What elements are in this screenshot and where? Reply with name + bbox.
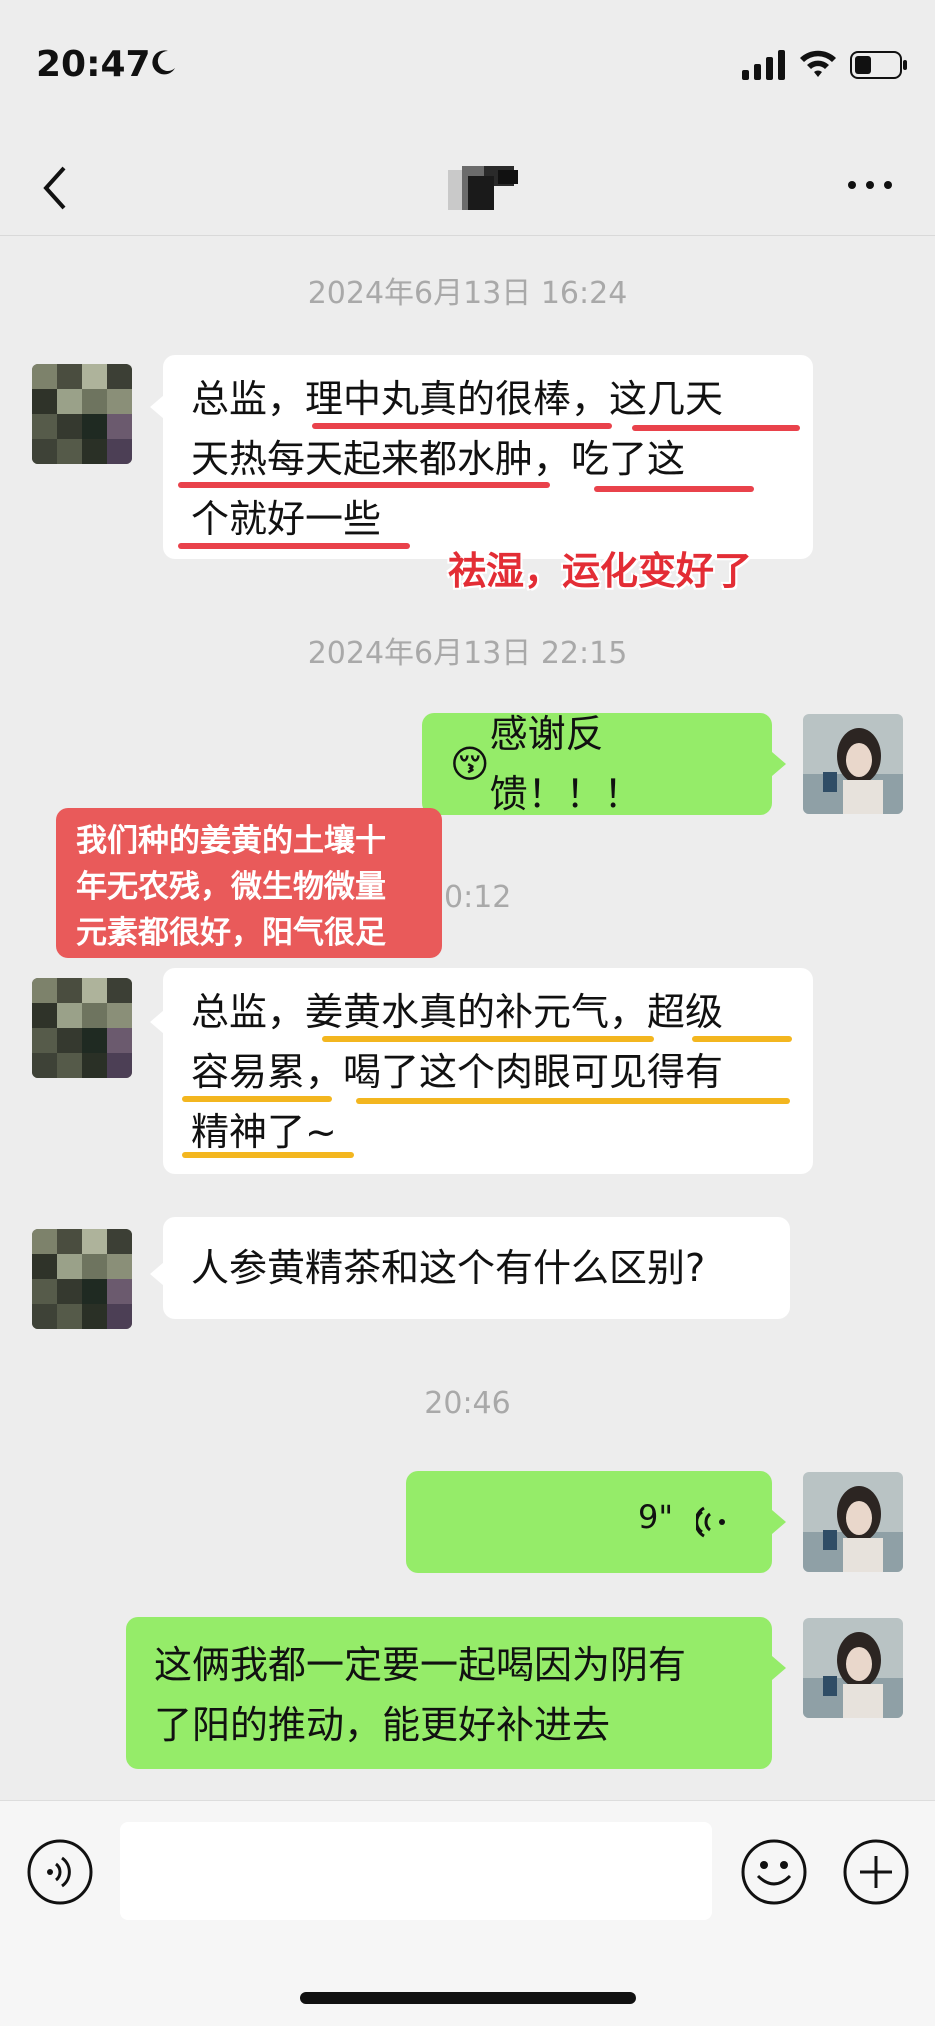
voice-duration: 9" [638, 1498, 674, 1536]
highlight-underline [356, 1098, 790, 1104]
my-avatar[interactable] [803, 714, 903, 814]
timestamp: 0:12 [444, 880, 512, 915]
chat-title [448, 166, 532, 210]
timestamp: 2024年6月13日 16:24 [307, 276, 628, 311]
annotation-line: 元素都很好，阳气很足 [76, 915, 386, 951]
message-text: 感谢反馈！！！ [489, 712, 642, 816]
voice-wave-icon [696, 1506, 725, 1538]
bubble-tail [150, 1262, 164, 1286]
bubble-tail [150, 395, 164, 419]
battery-icon [850, 51, 907, 79]
annotation-line: 我们种的姜黄的土壤十 [76, 823, 386, 859]
highlight-underline [182, 1152, 354, 1158]
highlight-underline [312, 423, 612, 429]
highlight-underline [632, 425, 800, 431]
message-line: 总监，理中丸真的很棒，这几天 [191, 377, 724, 421]
blurred-title-mosaic [448, 166, 518, 210]
highlight-underline [178, 543, 410, 549]
my-message-bubble[interactable]: 这俩我都一定要一起喝因为阴有 了阳的推动，能更好补进去 [126, 1617, 772, 1769]
message-line: 天热每天起来都水肿，吃了这 [191, 437, 686, 481]
timestamp: 2024年6月13日 22:15 [307, 636, 628, 671]
highlight-underline [594, 486, 754, 492]
highlight-underline [178, 482, 550, 488]
bubble-tail [772, 1656, 786, 1680]
bubble-tail [772, 752, 786, 776]
bubble-tail [772, 1510, 786, 1534]
highlight-underline [182, 1096, 332, 1102]
message-line: 容易累，喝了这个肉眼可见得有 [191, 1050, 724, 1094]
my-avatar[interactable] [803, 1472, 903, 1572]
wifi-icon [800, 50, 836, 77]
back-arrow-icon[interactable] [36, 158, 76, 218]
contact-avatar[interactable] [32, 978, 132, 1078]
home-indicator[interactable] [300, 1992, 636, 2004]
plus-icon[interactable] [842, 1838, 910, 1906]
annotation-line: 年无农残，微生物微量 [76, 869, 386, 905]
moon-icon [152, 50, 175, 75]
bubble-tail [150, 1010, 164, 1034]
contact-avatar[interactable] [32, 364, 132, 464]
emoji-icon[interactable] [740, 1838, 808, 1906]
message-text: 人参黄精茶和这个有什么区别? [191, 1246, 706, 1290]
annotation-box: 我们种的姜黄的土壤十 年无农残，微生物微量 元素都很好，阳气很足 [56, 808, 442, 958]
voice-icon[interactable] [26, 1838, 94, 1906]
timestamp: 20:46 [424, 1386, 511, 1421]
message-input[interactable] [120, 1822, 712, 1920]
message-bubble[interactable]: 人参黄精茶和这个有什么区别? [163, 1217, 790, 1319]
emoji-face: 😚 [450, 742, 490, 786]
status-time: 20:47 [36, 44, 151, 85]
message-line: 总监，姜黄水真的补元气，超级 [191, 990, 724, 1034]
highlight-underline [692, 1036, 792, 1042]
contact-avatar[interactable] [32, 1229, 132, 1329]
my-message-bubble[interactable]: 😚 感谢反馈！！！ [422, 712, 772, 816]
message-bubble[interactable]: 总监，理中丸真的很棒，这几天 天热每天起来都水肿，吃了这 个就好一些 [163, 355, 813, 559]
message-line: 了阳的推动，能更好补进去 [154, 1703, 611, 1747]
annotation-text: 祛湿，运化变好了 [448, 549, 753, 593]
highlight-underline [322, 1036, 654, 1042]
message-line: 这俩我都一定要一起喝因为阴有 [154, 1643, 687, 1687]
signal-icon [742, 50, 785, 80]
message-bubble[interactable]: 总监，姜黄水真的补元气，超级 容易累，喝了这个肉眼可见得有 精神了~ [163, 968, 813, 1174]
more-options-icon[interactable] [842, 172, 898, 198]
my-avatar[interactable] [803, 1618, 903, 1718]
